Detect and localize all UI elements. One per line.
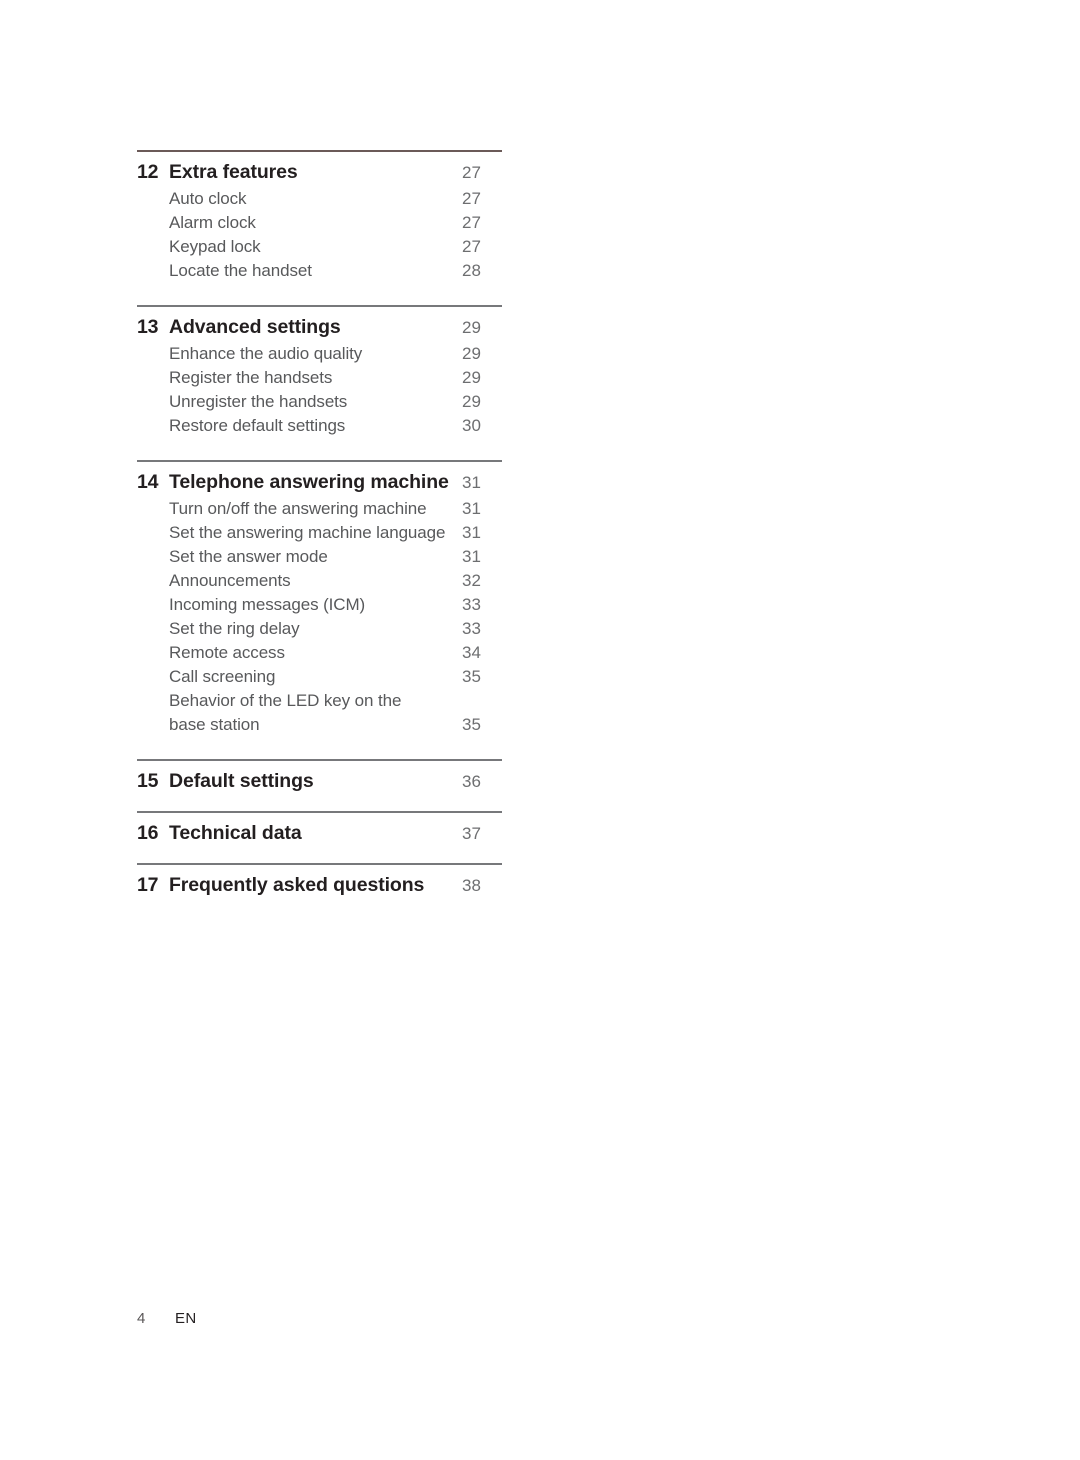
toc-section: 15 Default settings 36 bbox=[137, 759, 502, 793]
toc-subitem[interactable]: Locate the handset 28 bbox=[137, 259, 502, 283]
subitem-page-number: 32 bbox=[462, 571, 481, 590]
subitem-label: Incoming messages (ICM) bbox=[169, 595, 366, 614]
toc-subitem[interactable]: Incoming messages (ICM) 33 bbox=[137, 593, 502, 617]
chapter-number: 17 bbox=[137, 874, 159, 896]
chapter-page-number: 27 bbox=[462, 163, 481, 182]
subitem-label: Turn on/off the answering machine bbox=[169, 499, 427, 518]
subitem-label: Call screening bbox=[169, 667, 276, 686]
toc-subitem[interactable]: Set the answering machine language 31 bbox=[137, 521, 502, 545]
toc-subitem-list: Enhance the audio quality 29 Register th… bbox=[137, 339, 502, 438]
toc-chapter-entry[interactable]: 17 Frequently asked questions 38 bbox=[137, 865, 502, 897]
subitem-label: base station bbox=[169, 715, 260, 734]
toc-section: 14 Telephone answering machine 31 Turn o… bbox=[137, 460, 502, 737]
toc-subitem[interactable]: Call screening 35 bbox=[137, 665, 502, 689]
toc-subitem[interactable]: Turn on/off the answering machine 31 bbox=[137, 497, 502, 521]
subitem-label: Set the ring delay bbox=[169, 619, 300, 638]
subitem-page-number: 31 bbox=[462, 523, 481, 542]
toc-subitem[interactable]: Behavior of the LED key on the bbox=[137, 689, 502, 713]
chapter-number: 16 bbox=[137, 822, 159, 844]
toc-section: 12 Extra features 27 Auto clock 27 Alarm… bbox=[137, 150, 502, 283]
toc-subitem[interactable]: Restore default settings 30 bbox=[137, 414, 502, 438]
toc-chapter-entry[interactable]: 14 Telephone answering machine 31 bbox=[137, 462, 502, 494]
toc-chapter-entry[interactable]: 15 Default settings 36 bbox=[137, 761, 502, 793]
toc-subitem-list: Auto clock 27 Alarm clock 27 Keypad lock… bbox=[137, 184, 502, 283]
page-number: 4 bbox=[137, 1310, 146, 1327]
chapter-title: Technical data bbox=[169, 822, 302, 844]
toc-subitem[interactable]: Announcements 32 bbox=[137, 569, 502, 593]
toc-subitem[interactable]: Unregister the handsets 29 bbox=[137, 390, 502, 414]
subitem-page-number: 29 bbox=[462, 344, 481, 363]
toc-subitem[interactable]: Enhance the audio quality 29 bbox=[137, 342, 502, 366]
toc-section: 13 Advanced settings 29 Enhance the audi… bbox=[137, 305, 502, 438]
subitem-page-number: 30 bbox=[462, 416, 481, 435]
subitem-label: Auto clock bbox=[169, 189, 247, 208]
subitem-label: Announcements bbox=[169, 571, 291, 590]
chapter-number: 12 bbox=[137, 161, 159, 183]
toc-subitem[interactable]: Set the answer mode 31 bbox=[137, 545, 502, 569]
subitem-label: Locate the handset bbox=[169, 261, 312, 280]
toc-subitem-continuation[interactable]: base station 35 bbox=[137, 713, 502, 737]
table-of-contents: 12 Extra features 27 Auto clock 27 Alarm… bbox=[137, 150, 502, 897]
toc-subitem[interactable]: Auto clock 27 bbox=[137, 187, 502, 211]
subitem-label: Remote access bbox=[169, 643, 285, 662]
subitem-page-number: 35 bbox=[462, 715, 481, 734]
subitem-label: Set the answer mode bbox=[169, 547, 328, 566]
chapter-page-number: 38 bbox=[462, 876, 481, 895]
toc-subitem[interactable]: Remote access 34 bbox=[137, 641, 502, 665]
subitem-page-number: 35 bbox=[462, 667, 481, 686]
subitem-label: Restore default settings bbox=[169, 416, 346, 435]
chapter-page-number: 37 bbox=[462, 824, 481, 843]
toc-chapter-entry[interactable]: 12 Extra features 27 bbox=[137, 152, 502, 184]
chapter-title: Default settings bbox=[169, 770, 314, 792]
chapter-page-number: 29 bbox=[462, 318, 481, 337]
toc-chapter-entry[interactable]: 16 Technical data 37 bbox=[137, 813, 502, 845]
toc-chapter-entry[interactable]: 13 Advanced settings 29 bbox=[137, 307, 502, 339]
subitem-page-number: 34 bbox=[462, 643, 481, 662]
subitem-page-number: 27 bbox=[462, 213, 481, 232]
subitem-label: Behavior of the LED key on the bbox=[169, 691, 402, 710]
subitem-page-number: 33 bbox=[462, 595, 481, 614]
chapter-title: Advanced settings bbox=[169, 316, 341, 338]
subitem-label: Enhance the audio quality bbox=[169, 344, 363, 363]
language-code: EN bbox=[175, 1310, 197, 1327]
chapter-page-number: 31 bbox=[462, 473, 481, 492]
chapter-title: Extra features bbox=[169, 161, 298, 183]
subitem-page-number: 31 bbox=[462, 499, 481, 518]
subitem-label: Register the handsets bbox=[169, 368, 333, 387]
subitem-page-number: 31 bbox=[462, 547, 481, 566]
toc-subitem-list: Turn on/off the answering machine 31 Set… bbox=[137, 494, 502, 737]
toc-subitem[interactable]: Set the ring delay 33 bbox=[137, 617, 502, 641]
subitem-label: Unregister the handsets bbox=[169, 392, 348, 411]
chapter-page-number: 36 bbox=[462, 772, 481, 791]
subitem-page-number: 29 bbox=[462, 392, 481, 411]
chapter-number: 13 bbox=[137, 316, 159, 338]
subitem-page-number: 29 bbox=[462, 368, 481, 387]
chapter-title: Frequently asked questions bbox=[169, 874, 425, 896]
toc-section: 17 Frequently asked questions 38 bbox=[137, 863, 502, 897]
subitem-label: Set the answering machine language bbox=[169, 523, 446, 542]
toc-subitem[interactable]: Register the handsets 29 bbox=[137, 366, 502, 390]
chapter-title: Telephone answering machine bbox=[169, 471, 449, 493]
subitem-page-number: 28 bbox=[462, 261, 481, 280]
toc-subitem[interactable]: Keypad lock 27 bbox=[137, 235, 502, 259]
subitem-label: Alarm clock bbox=[169, 213, 256, 232]
subitem-page-number: 27 bbox=[462, 237, 481, 256]
subitem-page-number: 33 bbox=[462, 619, 481, 638]
chapter-number: 14 bbox=[137, 471, 159, 493]
subitem-label: Keypad lock bbox=[169, 237, 261, 256]
subitem-page-number: 27 bbox=[462, 189, 481, 208]
page-footer: 4 EN bbox=[137, 1310, 197, 1327]
toc-subitem[interactable]: Alarm clock 27 bbox=[137, 211, 502, 235]
toc-section: 16 Technical data 37 bbox=[137, 811, 502, 845]
chapter-number: 15 bbox=[137, 770, 159, 792]
